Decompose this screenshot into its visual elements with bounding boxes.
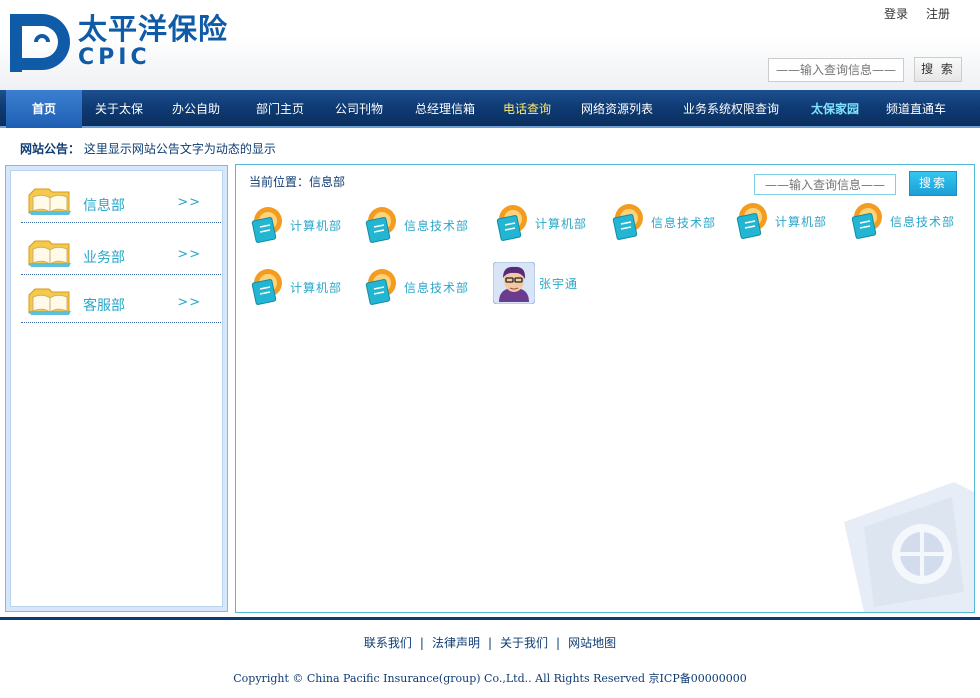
watermark-logo-icon	[844, 482, 974, 612]
site-notice: 网站公告： 这里显示网站公告文字为动态的显示	[20, 140, 276, 157]
footer-link-contact[interactable]: 联系我们	[364, 636, 412, 650]
brand-name-en: CPIC	[78, 45, 151, 70]
content-search-button[interactable]: 搜索	[909, 171, 957, 196]
copyright: Copyright © China Pacific Insurance(grou…	[233, 672, 747, 685]
notice-label: 网站公告：	[20, 142, 81, 156]
folder-book-icon	[28, 240, 71, 267]
brand-name-cn: 太平洋保险	[78, 12, 229, 46]
dept-label: 信息技术部	[404, 280, 470, 295]
folder-book-icon	[28, 288, 71, 315]
avatar	[493, 262, 535, 304]
person-name: 张宇通	[539, 276, 579, 291]
department-folder-icon	[736, 203, 767, 239]
dept-item[interactable]: 信息技术部	[362, 265, 469, 309]
cpic-logo-icon	[10, 14, 70, 72]
logo[interactable]: 太平洋保险 CPIC	[8, 10, 228, 74]
nav-item-gm-mailbox[interactable]: 总经理信箱	[405, 90, 485, 128]
department-folder-icon	[496, 205, 527, 241]
chevron-right-icon: >>	[177, 195, 201, 210]
nav-item-cpic-home[interactable]: 太保家园	[798, 90, 872, 128]
nav-item-phone-lookup[interactable]: 电话查询	[494, 90, 560, 128]
dept-label: 计算机部	[775, 214, 828, 229]
register-link[interactable]: 注册	[926, 5, 950, 22]
dept-label: 计算机部	[290, 280, 343, 295]
dept-item[interactable]: 信息技术部	[848, 199, 955, 243]
footer-divider	[0, 617, 980, 620]
dept-item[interactable]: 信息技术部	[362, 203, 469, 247]
footer-links: 联系我们 | 法律声明 | 关于我们 | 网站地图	[0, 634, 980, 651]
footer-separator: |	[487, 636, 493, 650]
sidebar-item-label: 客服部	[83, 298, 125, 314]
nav-item-publications[interactable]: 公司刊物	[325, 90, 393, 128]
department-folder-icon	[365, 269, 396, 305]
nav-item-departments[interactable]: 部门主页	[246, 90, 314, 128]
dept-item[interactable]: 计算机部	[733, 199, 827, 243]
dept-item[interactable]: 计算机部	[248, 203, 342, 247]
footer-separator: |	[419, 636, 424, 650]
dept-item[interactable]: 信息技术部	[609, 200, 716, 244]
footer-link-legal[interactable]: 法律声明	[432, 636, 480, 650]
dept-label: 计算机部	[290, 218, 343, 233]
content-search-input[interactable]	[754, 174, 896, 195]
nav-item-about[interactable]: 关于太保	[86, 90, 152, 128]
dept-label: 信息技术部	[651, 215, 717, 230]
nav-item-channel-express[interactable]: 频道直通车	[878, 90, 954, 128]
nav-item-home[interactable]: 首页	[6, 90, 82, 128]
sidebar-item-info-dept[interactable]: 信息部 >>	[21, 179, 221, 223]
footer-link-sitemap[interactable]: 网站地图	[568, 636, 616, 650]
footer-separator: |	[556, 636, 561, 650]
department-folder-icon	[251, 269, 282, 305]
main-nav: 首页 关于太保 办公自助 部门主页 公司刊物 总经理信箱 电话查询 网络资源列表…	[0, 90, 980, 128]
footer-link-about[interactable]: 关于我们	[500, 636, 548, 650]
nav-item-network-resources[interactable]: 网络资源列表	[570, 90, 664, 128]
breadcrumb: 当前位置：信息部	[249, 175, 346, 189]
notice-text: 这里显示网站公告文字为动态的显示	[83, 142, 276, 156]
sidebar-item-service-dept[interactable]: 客服部 >>	[21, 279, 221, 323]
main-panel: 当前位置：信息部 搜索 计算机部 信息技术部 计算机部	[235, 164, 975, 613]
department-folder-icon	[365, 207, 396, 243]
nav-item-permission-lookup[interactable]: 业务系统权限查询	[676, 90, 786, 128]
chevron-right-icon: >>	[177, 295, 201, 310]
person-item[interactable]: 张宇通	[493, 261, 578, 305]
login-link[interactable]: 登录	[884, 5, 908, 22]
department-folder-icon	[851, 203, 882, 239]
dept-label: 计算机部	[535, 216, 588, 231]
sidebar-panel: 信息部 >> 业务部 >> 客服部 >>	[10, 170, 223, 607]
chevron-right-icon: >>	[177, 247, 201, 262]
department-folder-icon	[612, 204, 643, 240]
header-search-input[interactable]	[768, 58, 904, 82]
dept-item[interactable]: 计算机部	[248, 265, 342, 309]
sidebar-item-label: 信息部	[83, 198, 125, 214]
department-folder-icon	[251, 207, 282, 243]
dept-label: 信息技术部	[890, 214, 956, 229]
dept-item[interactable]: 计算机部	[493, 201, 587, 245]
sidebar: 信息部 >> 业务部 >> 客服部 >>	[5, 165, 228, 612]
header: 太平洋保险 CPIC 登录 注册 搜 索	[0, 0, 980, 90]
sidebar-item-label: 业务部	[83, 250, 125, 266]
header-search-button[interactable]: 搜 索	[914, 57, 962, 82]
dept-label: 信息技术部	[404, 218, 470, 233]
sidebar-item-business-dept[interactable]: 业务部 >>	[21, 231, 221, 275]
nav-item-office[interactable]: 办公自助	[162, 90, 230, 128]
top-links: 登录 注册	[884, 5, 950, 22]
folder-book-icon	[28, 188, 71, 215]
